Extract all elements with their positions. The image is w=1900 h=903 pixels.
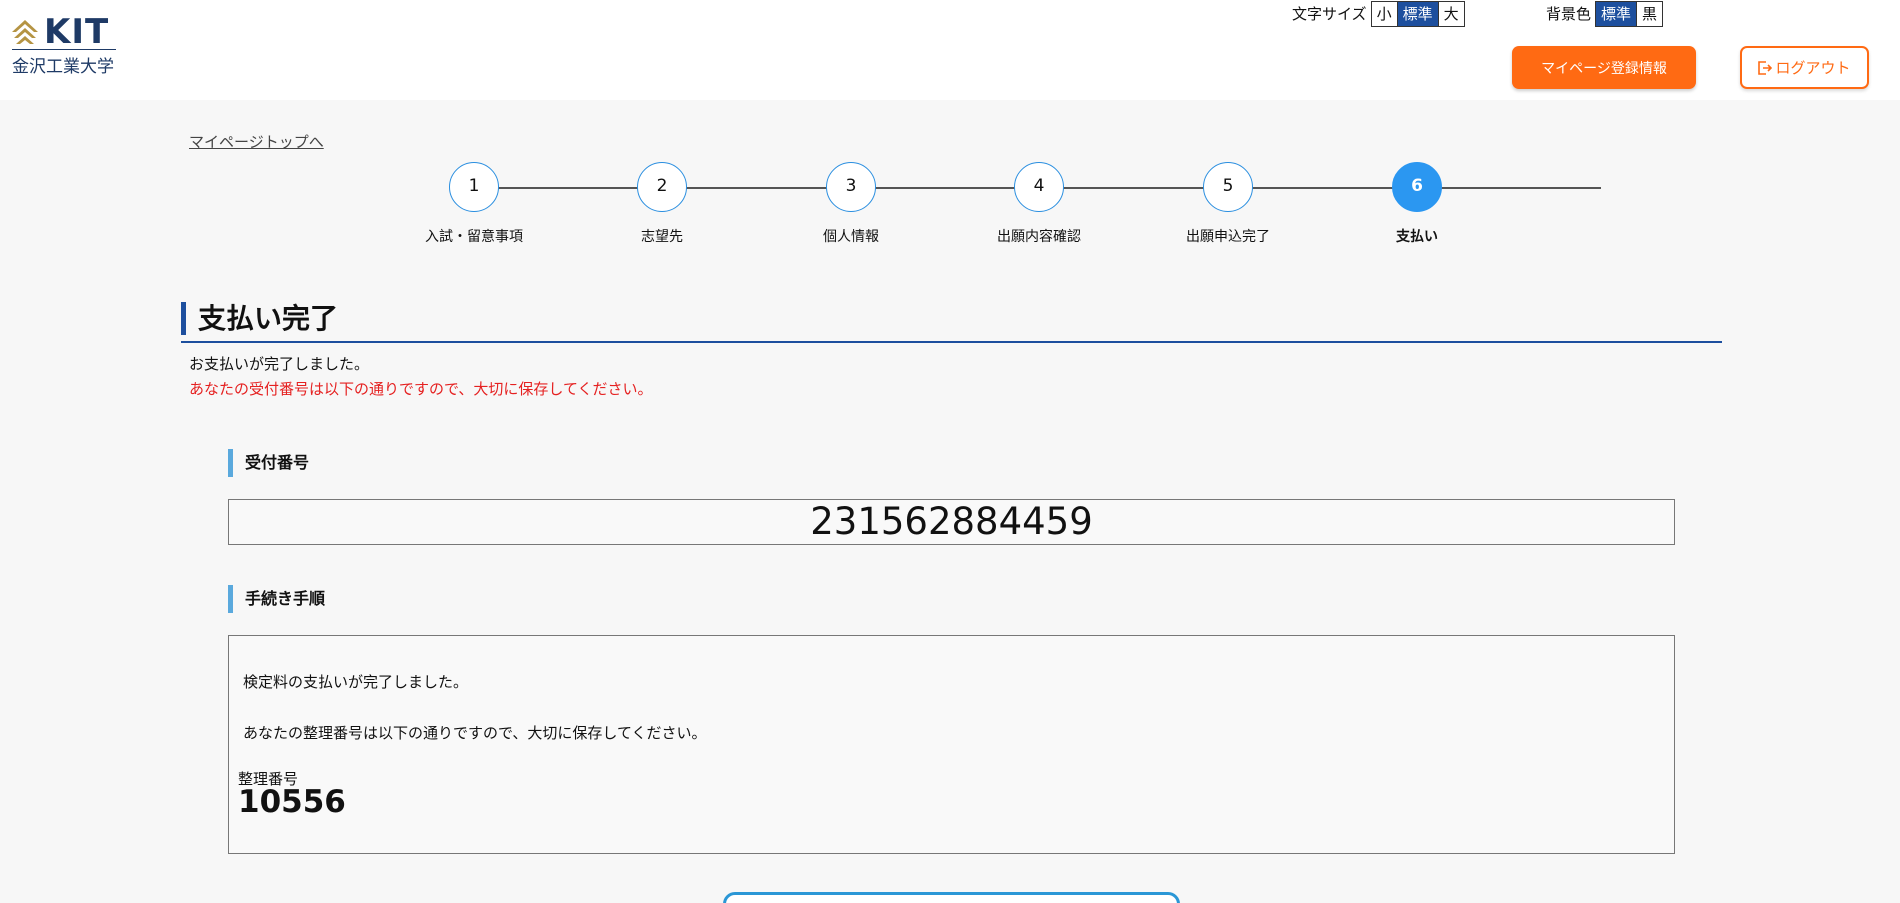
font-size-options: 小 標準 大 [1370, 0, 1465, 27]
step-label: 志望先 [641, 229, 683, 245]
step-4: 4 出願内容確認 [969, 162, 1109, 246]
step-2: 2 志望先 [592, 162, 732, 246]
procedure-panel: 検定料の支払いが完了しました。 あなたの整理番号は以下の通りですので、大切に保存… [228, 635, 1675, 854]
background-color-options: 標準 黒 [1595, 0, 1664, 27]
step-number: 2 [637, 162, 687, 212]
progress-stepper: 1 入試・留意事項 2 志望先 3 個人情報 4 出願内容確認 5 出願申込完了… [0, 162, 1900, 252]
step-6: 6 支払い [1347, 162, 1487, 246]
font-size-large-button[interactable]: 大 [1437, 1, 1464, 26]
step-5: 5 出願申込完了 [1158, 162, 1298, 246]
logo-divider [12, 49, 116, 50]
background-standard-button[interactable]: 標準 [1596, 1, 1637, 26]
background-color-label: 背景色 [1546, 5, 1592, 23]
procedure-heading: 手続き手順 [228, 585, 325, 613]
step-label: 支払い [1396, 229, 1438, 245]
logout-label: ログアウト [1775, 59, 1851, 77]
background-black-button[interactable]: 黒 [1636, 1, 1663, 26]
mypage-top-link[interactable]: マイページトップへ [189, 131, 324, 152]
kit-logo[interactable]: KIT 金沢工業大学 [10, 12, 120, 77]
page-title: 支払い完了 [181, 302, 338, 335]
step-1: 1 入試・留意事項 [404, 162, 544, 246]
logout-button[interactable]: ログアウト [1740, 46, 1869, 89]
mypage-info-button[interactable]: マイページ登録情報 [1512, 46, 1696, 89]
logo-text: KIT [44, 12, 110, 52]
font-size-control: 文字サイズ 小 標準 大 [1292, 0, 1465, 27]
bottom-action-button[interactable] [723, 892, 1180, 903]
step-3: 3 個人情報 [781, 162, 921, 246]
font-size-label: 文字サイズ [1292, 5, 1367, 23]
receipt-number-heading: 受付番号 [228, 449, 309, 477]
font-size-small-button[interactable]: 小 [1371, 1, 1397, 26]
site-header: KIT 金沢工業大学 文字サイズ 小 標準 大 背景色 標準 黒 マイページ登録… [0, 0, 1900, 100]
step-label: 出願内容確認 [997, 229, 1081, 245]
font-size-standard-button[interactable]: 標準 [1396, 1, 1438, 26]
step-label: 個人情報 [823, 229, 879, 245]
reference-number-value: 10556 [238, 784, 346, 820]
step-number: 4 [1014, 162, 1064, 212]
title-divider [181, 341, 1722, 343]
logout-icon [1758, 60, 1773, 75]
background-color-control: 背景色 標準 黒 [1546, 0, 1664, 27]
step-number: 3 [826, 162, 876, 212]
procedure-text: あなたの整理番号は以下の通りですので、大切に保存してください。 [243, 724, 707, 742]
logo-subtitle: 金沢工業大学 [12, 57, 114, 77]
step-number: 6 [1392, 162, 1442, 212]
step-label: 入試・留意事項 [425, 229, 523, 245]
receipt-number-value: 231562884459 [228, 499, 1675, 545]
save-warning: あなたの受付番号は以下の通りですので、大切に保存してください。 [189, 380, 653, 398]
step-label: 出願申込完了 [1186, 229, 1270, 245]
procedure-text: 検定料の支払いが完了しました。 [243, 673, 469, 691]
step-number: 1 [449, 162, 499, 212]
logo-emblem-icon [12, 20, 38, 44]
completion-message: お支払いが完了しました。 [189, 355, 370, 373]
step-number: 5 [1203, 162, 1253, 212]
